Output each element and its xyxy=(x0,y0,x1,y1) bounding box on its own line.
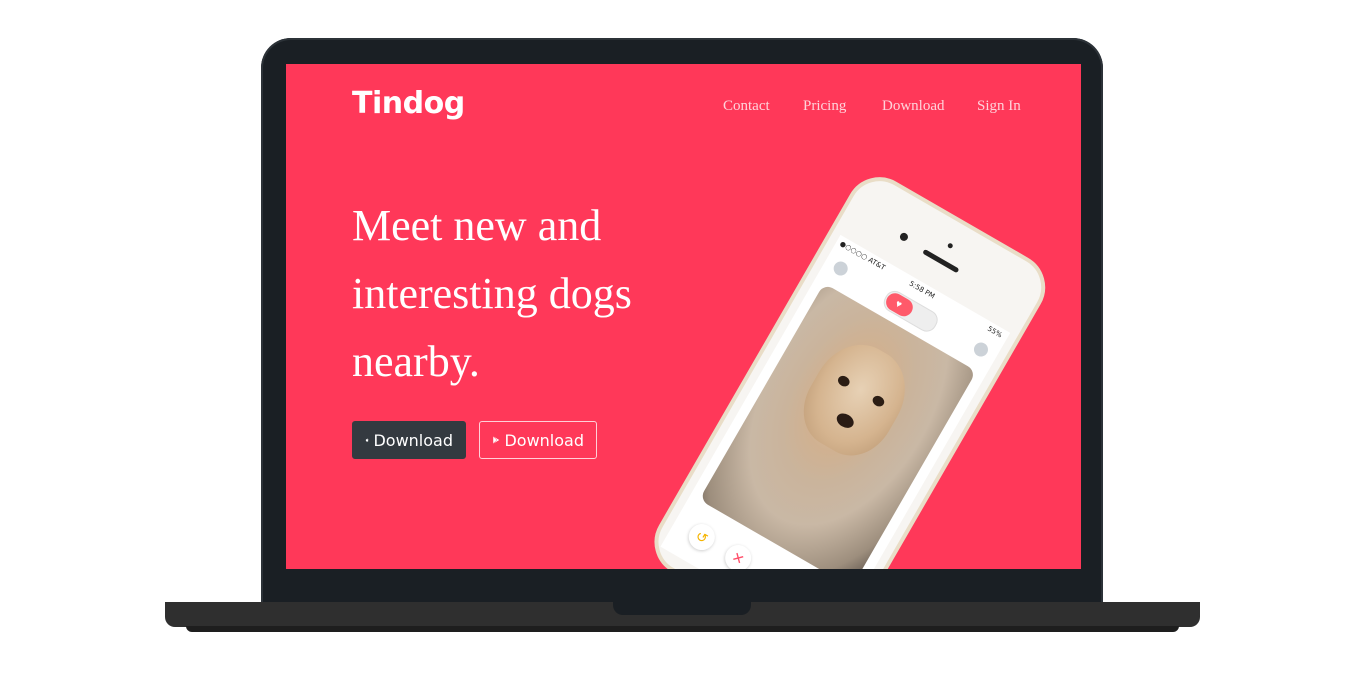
laptop-notch xyxy=(613,602,751,615)
phone-sensor xyxy=(946,242,954,250)
nav-contact[interactable]: Contact xyxy=(723,98,770,115)
rewind-icon: ↺ xyxy=(684,519,720,555)
chat-icon xyxy=(971,339,991,360)
time-label: 5:58 PM xyxy=(907,279,937,301)
apple-icon xyxy=(365,438,369,442)
dog-eye-right xyxy=(870,393,887,409)
google-play-icon xyxy=(493,436,500,444)
nav-sign-in[interactable]: Sign In xyxy=(977,98,1021,115)
laptop-foot xyxy=(186,626,1179,632)
toggle-active: ♥ xyxy=(882,289,917,320)
phone-camera xyxy=(898,231,910,243)
flame-icon: ♥ xyxy=(892,298,904,311)
phone-speaker xyxy=(922,248,960,274)
dog-photo xyxy=(788,329,922,470)
nav-download[interactable]: Download xyxy=(882,98,945,115)
nav-pricing[interactable]: Pricing xyxy=(803,98,846,115)
apple-download-label: Download xyxy=(373,430,453,450)
battery-label: 55% xyxy=(986,324,1004,340)
nope-icon: ✕ xyxy=(720,540,756,569)
profile-icon xyxy=(831,258,851,279)
hero-headline: Meet new and interesting dogs nearby. xyxy=(352,201,632,386)
phone-screen: ●○○○○ AT&T 5:58 PM 55% ♥ ↺ ✕ xyxy=(660,234,1011,569)
web-page: Tindog Contact Pricing Download Sign In … xyxy=(286,64,1081,569)
google-play-download-label: Download xyxy=(504,430,584,450)
phone-mockup: ●○○○○ AT&T 5:58 PM 55% ♥ ↺ ✕ xyxy=(637,164,1075,569)
dog-nose xyxy=(834,410,857,431)
apple-download-button[interactable]: Download xyxy=(352,421,466,459)
phone-body: ●○○○○ AT&T 5:58 PM 55% ♥ ↺ ✕ xyxy=(642,164,1058,569)
top-navigation: Contact Pricing Download Sign In xyxy=(286,98,1081,118)
dog-eye-left xyxy=(836,373,852,389)
google-play-download-button[interactable]: Download xyxy=(479,421,597,459)
